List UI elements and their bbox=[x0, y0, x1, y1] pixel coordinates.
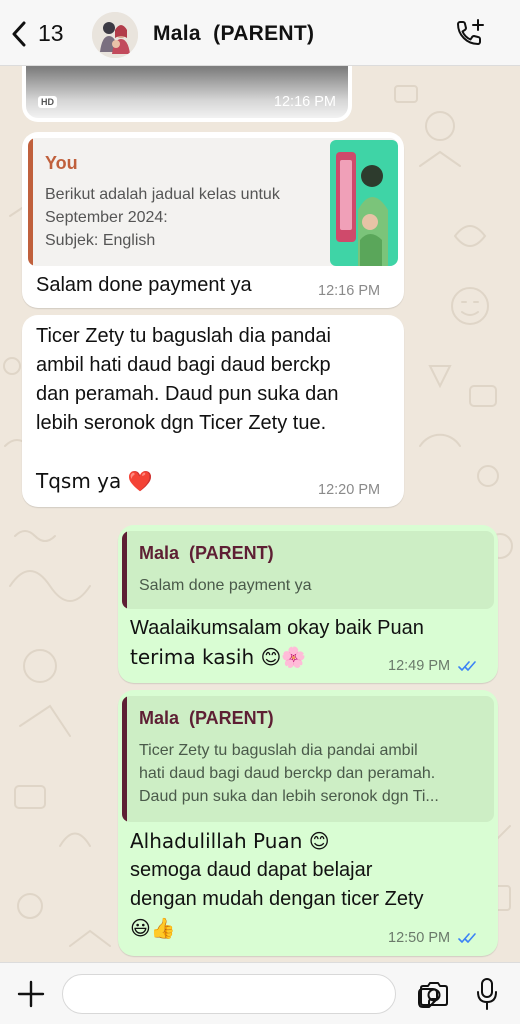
message-line: 😃👍 bbox=[130, 916, 176, 940]
message-line: lebih seronok dgn Ticer Zety tue. bbox=[36, 412, 327, 434]
message-line: Ticer Zety tu baguslah dia pandai bbox=[36, 325, 331, 347]
quote-text: Salam done payment ya bbox=[139, 577, 312, 594]
hd-badge: HD bbox=[38, 96, 57, 108]
video-thumbnail[interactable]: HD 12:16 PM bbox=[26, 66, 348, 118]
contact-name[interactable]: Mala (PARENT) bbox=[153, 22, 314, 46]
message-text: Alhadulillah Puan 😊 semoga daud dapat bel… bbox=[130, 827, 424, 943]
message-text: Salam done payment ya bbox=[36, 274, 252, 296]
avatar[interactable] bbox=[92, 12, 138, 58]
quote-accent-bar bbox=[28, 138, 33, 266]
quote-accent-bar bbox=[122, 531, 127, 609]
read-ticks-icon bbox=[458, 933, 476, 943]
quote-line: Ticer Zety tu baguslah dia pandai ambil bbox=[139, 742, 418, 759]
message-line bbox=[36, 438, 338, 467]
call-add-icon[interactable] bbox=[452, 18, 486, 50]
composer-bar bbox=[0, 962, 520, 1024]
unread-count: 13 bbox=[38, 20, 64, 46]
message-line: dan peramah. Daud pun suka dan bbox=[36, 383, 339, 405]
chevron-left-icon bbox=[12, 21, 26, 46]
quoted-message[interactable]: Mala (PARENT) Salam done payment ya bbox=[122, 531, 494, 609]
time-text: 12:50 PM bbox=[388, 930, 451, 946]
incoming-message-reply[interactable]: You Berikut adalah jadual kelas untuk Se… bbox=[22, 132, 404, 308]
message-line: semoga daud dapat belajar bbox=[130, 859, 373, 881]
message-time: 12:50 PM bbox=[388, 930, 478, 946]
message-line: Waalaikumsalam okay baik Puan bbox=[130, 617, 424, 639]
message-line: terima kasih 😊🌸 bbox=[130, 645, 307, 669]
message-text: Ticer Zety tu baguslah dia pandai ambil h… bbox=[36, 322, 338, 496]
camera-icon[interactable] bbox=[418, 980, 450, 1008]
quote-line: Berikut adalah jadual kelas untuk bbox=[45, 186, 280, 203]
message-text: Waalaikumsalam okay baik Puan terima kasi… bbox=[130, 614, 424, 672]
message-time: 12:49 PM bbox=[388, 658, 478, 674]
video-message[interactable]: HD 12:16 PM bbox=[22, 66, 352, 122]
quoted-message[interactable]: You Berikut adalah jadual kelas untuk Se… bbox=[28, 138, 398, 266]
outgoing-message-reply[interactable]: Mala (PARENT) Ticer Zety tu baguslah dia… bbox=[118, 690, 498, 956]
quote-accent-bar bbox=[122, 696, 127, 822]
message-line: Alhadulillah Puan 😊 bbox=[130, 829, 330, 853]
quote-line: September 2024: bbox=[45, 209, 168, 226]
quote-line: Subjek: English bbox=[45, 232, 156, 249]
quote-line: Daud pun suka dan lebih seronok dgn Ti..… bbox=[139, 788, 439, 805]
quote-sender: Mala (PARENT) bbox=[139, 543, 274, 563]
read-ticks-icon bbox=[458, 661, 476, 671]
incoming-message[interactable]: Ticer Zety tu baguslah dia pandai ambil h… bbox=[22, 315, 404, 507]
quote-line: hati daud bagi daud berckp dan peramah. bbox=[139, 765, 436, 782]
quoted-message[interactable]: Mala (PARENT) Ticer Zety tu baguslah dia… bbox=[122, 696, 494, 822]
time-text: 12:49 PM bbox=[388, 658, 451, 674]
message-line: dengan mudah dengan ticer Zety bbox=[130, 888, 424, 910]
message-input[interactable] bbox=[62, 974, 438, 1014]
back-button[interactable]: 13 bbox=[10, 20, 64, 47]
message-line: Tqsm ya ❤️ bbox=[36, 469, 153, 493]
message-line: ambil hati daud bagi daud berckp bbox=[36, 354, 331, 376]
quote-thumbnail bbox=[330, 140, 398, 266]
chat-area[interactable]: HD 12:16 PM You Berikut adalah jadual ke… bbox=[0, 66, 520, 962]
plus-icon[interactable] bbox=[16, 979, 46, 1009]
chat-header: 13 Mala (PARENT) bbox=[0, 0, 520, 66]
quote-sender: Mala (PARENT) bbox=[139, 708, 274, 728]
quote-sender: You bbox=[45, 153, 78, 173]
outgoing-message-reply[interactable]: Mala (PARENT) Salam done payment ya Waal… bbox=[118, 525, 498, 683]
quote-text: Ticer Zety tu baguslah dia pandai ambil … bbox=[139, 739, 439, 808]
message-time: 12:16 PM bbox=[273, 94, 336, 110]
message-time: 12:20 PM bbox=[318, 482, 381, 498]
quote-text: Berikut adalah jadual kelas untuk Septem… bbox=[45, 183, 335, 252]
message-time: 12:16 PM bbox=[318, 283, 381, 299]
microphone-icon[interactable] bbox=[476, 977, 498, 1011]
